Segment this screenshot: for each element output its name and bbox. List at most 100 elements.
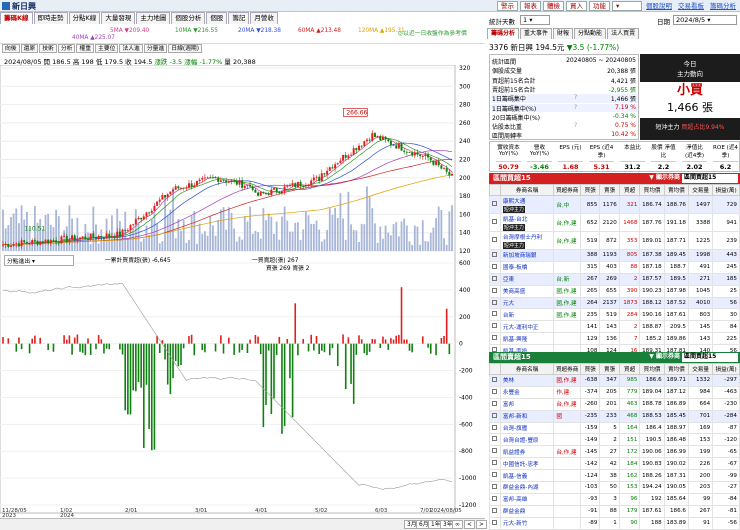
- col-header[interactable]: 買超: [618, 184, 641, 196]
- oscillator-selector[interactable]: 分點進出 ▾: [4, 255, 74, 266]
- tab-5[interactable]: 個股分析: [171, 12, 206, 24]
- toolbar-button-b8[interactable]: 分量進: [143, 44, 168, 53]
- table-row[interactable]: 富邦-新和國 -235 233 468 188.53 185.45 701 -284: [489, 409, 740, 423]
- col-header[interactable]: 買超券商: [553, 363, 581, 375]
- col-header[interactable]: 買均價: [639, 184, 665, 196]
- row-checkbox[interactable]: [492, 507, 498, 513]
- col-header[interactable]: 賣張: [599, 184, 620, 196]
- col-header[interactable]: 賣張: [599, 363, 620, 375]
- col-header[interactable]: 買超券商: [553, 184, 581, 196]
- col-header[interactable]: 券商名稱: [499, 363, 555, 375]
- col-header[interactable]: 買張: [579, 184, 601, 196]
- alert-button[interactable]: 警示: [497, 1, 518, 11]
- sell-mode-select[interactable]: 區間買超15: [682, 353, 738, 362]
- broker-name[interactable]: 康熙大通: [503, 199, 525, 205]
- row-checkbox[interactable]: [492, 323, 498, 329]
- broker-name[interactable]: 永豐金: [503, 390, 520, 396]
- table-row[interactable]: 台灣-旗艦 -159 5 164 186.4 188.97 169 -87: [489, 421, 740, 435]
- toolbar-button-b9[interactable]: 日線(週期): [168, 44, 202, 53]
- row-checkbox[interactable]: [492, 275, 498, 281]
- table-row[interactable]: 元大-運利中正 141 143 2 188.87 209.5 145 84: [489, 320, 740, 334]
- tab-2[interactable]: 分點K線: [68, 12, 101, 24]
- table-row[interactable]: 亞東 台,新 267 269 2 187.57 189.5 271 185: [489, 272, 740, 286]
- buy-mode-select[interactable]: 區間買超15: [682, 174, 738, 183]
- col-header[interactable]: 交易量: [687, 184, 714, 196]
- tab-8[interactable]: 月營收: [250, 12, 278, 24]
- broker-name[interactable]: 元大: [503, 301, 514, 307]
- col-header[interactable]: 買均價: [639, 363, 665, 375]
- checkup-button[interactable]: 體檢: [543, 1, 564, 11]
- broker-name[interactable]: 凱益證券: [503, 450, 525, 456]
- period-button-6[interactable]: >: [476, 520, 487, 529]
- chip-analysis-link[interactable]: 籌碼分析: [708, 1, 738, 11]
- period-button-4[interactable]: ∞: [452, 520, 463, 529]
- table-row[interactable]: 元大 國,作,建 264 2137 1873 188.12 187.52 4010 56: [489, 296, 740, 310]
- table-row[interactable]: 國泰-板橋 315 403 88 187.18 188.7 491 245: [489, 260, 740, 274]
- buy-button[interactable]: 買入: [566, 1, 587, 11]
- stat-days-input[interactable]: 1 ▾: [520, 15, 550, 25]
- table-row[interactable]: 新加坡商瑞銀 388 1193 805 187.38 189.45 1998 443: [489, 249, 740, 262]
- broker-name[interactable]: 群益金鼎: [503, 509, 525, 515]
- row-checkbox[interactable]: [492, 376, 498, 382]
- col-header[interactable]: 損益(萬): [712, 363, 740, 375]
- row-checkbox[interactable]: [492, 299, 498, 305]
- broker-name[interactable]: 元大-新竹: [503, 521, 527, 527]
- broker-name[interactable]: 群益金鼎-內湖: [503, 485, 539, 491]
- row-checkbox[interactable]: [492, 483, 498, 489]
- report-button[interactable]: 報表: [520, 1, 541, 11]
- col-header[interactable]: 賣均價: [663, 184, 689, 196]
- right-tab-2[interactable]: 財報: [553, 28, 574, 39]
- table-row[interactable]: 群益金鼎 -91 88 179 187.61 186.6 267 -81: [489, 504, 740, 518]
- table-row[interactable]: 凱基-興隆 129 136 7 185.2 189.86 143 225: [489, 332, 740, 346]
- broker-name[interactable]: 凱基-信義: [503, 474, 527, 480]
- table-row[interactable]: 凱基-台北 短沖主力 台,作,建 652 2120 1468 187.76 191.18 338…: [489, 213, 740, 232]
- row-checkbox[interactable]: [492, 460, 498, 466]
- row-checkbox[interactable]: [492, 287, 498, 293]
- broker-name[interactable]: 台灣台證-豐原: [503, 438, 539, 444]
- table-row[interactable]: 美商高盛 國,作,建 265 655 390 190.23 187.98 1045 25: [489, 284, 740, 298]
- toolbar-button-b5[interactable]: 權重: [76, 44, 95, 53]
- row-checkbox[interactable]: [492, 251, 498, 257]
- trade-board-link[interactable]: 交易看板: [676, 1, 706, 11]
- table-row[interactable]: 台新 國,作,建 235 519 284 190.16 187.61 803 30: [489, 308, 740, 322]
- period-button-5[interactable]: <: [464, 520, 475, 529]
- col-header[interactable]: 損益(萬): [712, 184, 740, 196]
- broker-name[interactable]: 富邦-新和: [503, 414, 527, 420]
- row-checkbox[interactable]: [492, 311, 498, 317]
- right-tab-1[interactable]: 重大事件: [520, 28, 553, 39]
- row-checkbox[interactable]: [492, 448, 498, 454]
- table-row[interactable]: 中國信託-忠孝 -142 42 184 190.83 190.02 226 -67: [489, 457, 740, 471]
- broker-name[interactable]: 台新: [503, 313, 514, 319]
- toolbar-button-b6[interactable]: 主要位: [95, 44, 119, 53]
- row-checkbox[interactable]: [492, 400, 498, 406]
- tab-7[interactable]: 籌記: [228, 12, 250, 24]
- row-checkbox[interactable]: [492, 519, 498, 525]
- row-checkbox[interactable]: [492, 335, 498, 341]
- price-chart[interactable]: 320 300 280 260 240 220 200 180 160 140 120 600 400 2…: [0, 65, 485, 517]
- tab-1[interactable]: 即時走勢: [33, 12, 68, 24]
- row-checkbox[interactable]: [492, 472, 498, 478]
- tab-0[interactable]: 籌碼K線: [0, 12, 33, 24]
- table-row[interactable]: 富邦 台,作,建 -260 201 463 188.78 186.89 664 -230: [489, 397, 740, 411]
- broker-name[interactable]: 國泰-板橋: [503, 265, 527, 271]
- col-header[interactable]: 買超: [618, 363, 641, 375]
- toolbar-button-b1[interactable]: 向後: [2, 44, 20, 53]
- table-row[interactable]: 富邦-高雄 -93 3 96 192 185.64 99 -84: [489, 492, 740, 506]
- toolbar-button-b3[interactable]: 技術: [39, 44, 57, 53]
- broker-name[interactable]: 台灣摩根士丹利: [503, 235, 542, 241]
- table-row[interactable]: 凱基-信義 -124 38 162 188.26 187.31 200 -99: [489, 469, 740, 483]
- right-tab-4[interactable]: 法人買賣: [607, 28, 640, 39]
- broker-name[interactable]: 美林: [503, 378, 514, 384]
- table-row[interactable]: 康熙大通 短沖主力 台,中 855 1176 321 186.74 188.76 1497 729: [489, 195, 740, 214]
- function-button[interactable]: 功能: [589, 1, 610, 11]
- table-row[interactable]: 永豐金 作,建 -374 205 779 189.04 187.12 984 -463: [489, 385, 740, 399]
- table-row[interactable]: 台灣摩根士丹利 短沖主力 台,作,建 519 872 353 189.01 187.71 122…: [489, 231, 740, 250]
- broker-name[interactable]: 元大-運利中正: [503, 325, 539, 331]
- broker-name[interactable]: 中國信託-忠孝: [503, 462, 539, 468]
- stock-info-link[interactable]: 個股說明: [644, 1, 674, 11]
- table-row[interactable]: 凱益證券 台,作,建 -145 27 172 190.06 186.99 199 -65: [489, 445, 740, 459]
- row-checkbox[interactable]: [492, 436, 498, 442]
- tab-6[interactable]: 個股: [206, 12, 228, 24]
- broker-name[interactable]: 富邦-高雄: [503, 497, 527, 503]
- broker-name[interactable]: 凱基-興隆: [503, 337, 527, 343]
